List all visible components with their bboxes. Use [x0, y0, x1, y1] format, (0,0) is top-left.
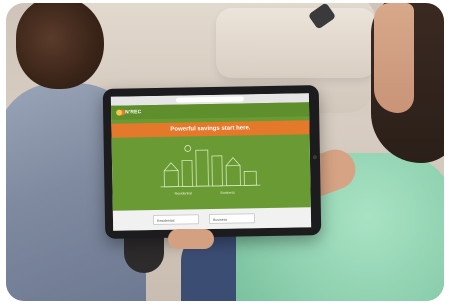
illustration-label-residential: Residential [174, 191, 192, 196]
hero-banner: Powerful savings start here. [111, 120, 310, 138]
tablet-screen: N'REC Powerful savings start here. Resid… [110, 93, 312, 231]
page-footer: Residential Business [112, 207, 312, 231]
site-header: N'REC [111, 102, 310, 120]
sofa-cushion [216, 8, 376, 78]
brand-logo-icon [116, 109, 123, 116]
photo-frame: N'REC Powerful savings start here. Resid… [6, 3, 444, 301]
hero-banner-text: Powerful savings start here. [170, 125, 251, 133]
woman-hand [168, 229, 214, 249]
man-head [16, 3, 104, 89]
brand-name: N'REC [125, 109, 142, 116]
tablet-camera-icon [312, 155, 317, 160]
city-illustration [160, 145, 261, 188]
tablet-device: N'REC Powerful savings start here. Resid… [102, 85, 322, 239]
woman-face [374, 3, 414, 113]
business-button[interactable]: Business [208, 213, 256, 225]
url-bar [175, 96, 244, 103]
residential-button[interactable]: Residential [152, 214, 200, 226]
illustration-label-business: Business [220, 190, 235, 195]
website-page: N'REC Powerful savings start here. Resid… [111, 102, 312, 231]
